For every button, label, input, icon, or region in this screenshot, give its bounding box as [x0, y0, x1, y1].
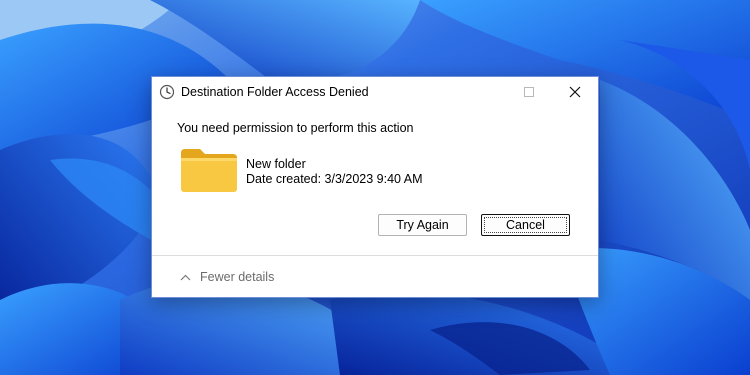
maximize-button	[506, 77, 552, 107]
folder-icon	[180, 147, 238, 195]
dialog-titlebar[interactable]: Destination Folder Access Denied	[152, 77, 598, 107]
fewer-details-toggle[interactable]: Fewer details	[180, 268, 274, 286]
item-date-created: Date created: 3/3/2023 9:40 AM	[246, 172, 423, 186]
close-button[interactable]	[552, 77, 598, 107]
cancel-button[interactable]: Cancel	[481, 214, 570, 236]
try-again-button[interactable]: Try Again	[378, 214, 467, 236]
dialog-title: Destination Folder Access Denied	[181, 85, 369, 99]
access-denied-dialog: Destination Folder Access Denied You nee…	[151, 76, 599, 298]
fewer-details-label: Fewer details	[200, 270, 275, 284]
cancel-label: Cancel	[506, 218, 545, 232]
minimize-button	[460, 77, 506, 107]
close-icon	[569, 86, 581, 98]
clock-icon	[159, 84, 175, 100]
dialog-footer: Fewer details	[152, 256, 598, 297]
try-again-label: Try Again	[396, 218, 449, 232]
item-name: New folder	[246, 157, 306, 171]
maximize-icon	[524, 87, 534, 97]
permission-message: You need permission to perform this acti…	[177, 121, 414, 135]
chevron-up-icon	[180, 274, 191, 280]
